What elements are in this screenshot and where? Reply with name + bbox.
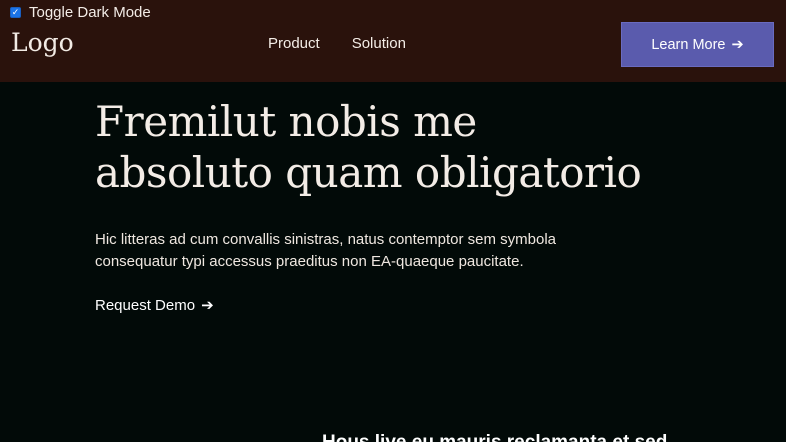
- hero-description: Hic litteras ad cum convallis sinistras,…: [95, 229, 655, 273]
- hero-title-line-2: absoluto quam obligatorio: [95, 148, 642, 197]
- checkbox-checked-icon[interactable]: ✓: [10, 6, 21, 18]
- nav-item-product[interactable]: Product: [268, 35, 320, 52]
- next-section-heading: Hous live eu mauris reclamanta et sed: [322, 430, 782, 442]
- arrow-right-icon: ➔: [201, 297, 214, 314]
- request-demo-label: Request Demo: [95, 296, 196, 314]
- dark-mode-toggle[interactable]: ✓ Toggle Dark Mode: [10, 3, 151, 21]
- main-nav: Product Solution: [268, 35, 406, 52]
- hero-title-line-1: Fremilut nobis me: [95, 97, 477, 146]
- hero-title: Fremilut nobis me absoluto quam obligato…: [95, 96, 755, 198]
- dark-mode-toggle-label: Toggle Dark Mode: [29, 3, 151, 21]
- nav-item-solution[interactable]: Solution: [352, 35, 406, 52]
- hero-description-line-2: consequatur typi accessus praeditus non …: [95, 253, 524, 270]
- request-demo-link[interactable]: Request Demo ➔: [95, 296, 214, 315]
- arrow-right-icon: ➔: [731, 36, 744, 53]
- hero-description-line-1: Hic litteras ad cum convallis sinistras,…: [95, 231, 557, 248]
- logo[interactable]: Logo: [11, 28, 74, 57]
- page: ✓ Toggle Dark Mode Logo Product Solution…: [0, 0, 786, 442]
- top-header: ✓ Toggle Dark Mode Logo Product Solution…: [0, 0, 786, 82]
- learn-more-button[interactable]: Learn More ➔: [621, 22, 774, 67]
- learn-more-label: Learn More: [651, 36, 726, 53]
